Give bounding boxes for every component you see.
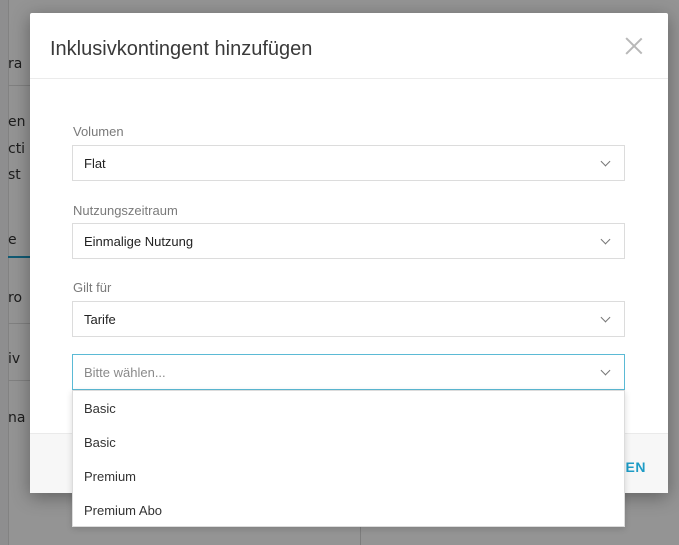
dialog-title: Inklusivkontingent hinzufügen <box>50 38 313 60</box>
usage-period-select[interactable]: Einmalige Nutzung <box>72 223 625 259</box>
dialog-header: Inklusivkontingent hinzufügen <box>30 13 668 79</box>
chevron-down-icon <box>602 236 610 244</box>
applies-to-select[interactable]: Tarife <box>72 301 625 337</box>
applies-to-label: Gilt für <box>73 280 112 295</box>
tariff-select-placeholder: Bitte wählen... <box>84 365 166 380</box>
usage-period-select-value: Einmalige Nutzung <box>84 234 194 249</box>
chevron-down-icon <box>602 314 610 322</box>
applies-to-select-value: Tarife <box>84 312 116 327</box>
chevron-down-icon <box>602 158 610 166</box>
close-icon[interactable] <box>624 35 644 55</box>
dropdown-option[interactable]: Premium <box>73 459 624 493</box>
dropdown-option[interactable]: Basic <box>73 391 624 425</box>
save-button[interactable]: EN <box>626 459 646 475</box>
dropdown-option[interactable]: Premium Abo <box>73 493 624 527</box>
dropdown-option[interactable]: Basic <box>73 425 624 459</box>
volume-select[interactable]: Flat <box>72 145 625 181</box>
volume-label: Volumen <box>73 124 124 139</box>
tariff-dropdown-list: Basic Basic Premium Premium Abo <box>72 390 625 527</box>
usage-period-label: Nutzungszeitraum <box>73 203 178 218</box>
volume-select-value: Flat <box>84 156 106 171</box>
tariff-select[interactable]: Bitte wählen... <box>72 354 625 390</box>
chevron-down-icon <box>602 367 610 375</box>
